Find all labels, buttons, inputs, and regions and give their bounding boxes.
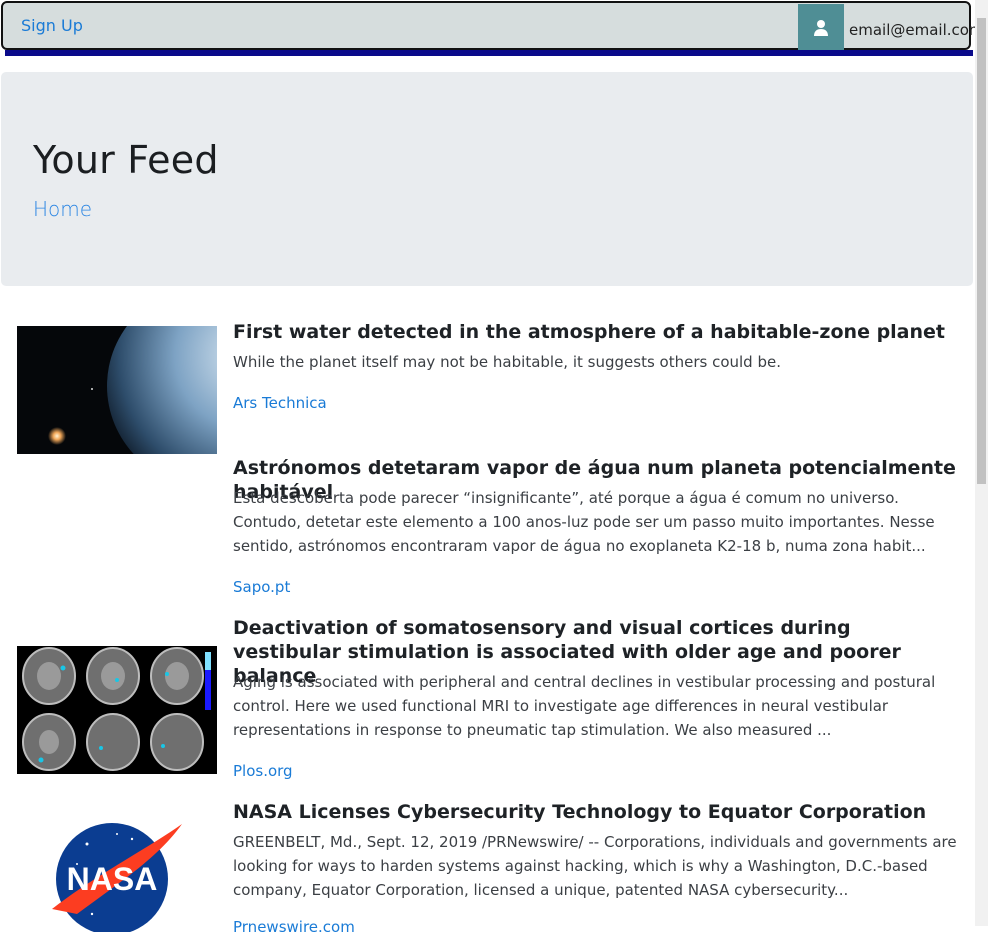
navbar-accent-bar [5,50,973,56]
brain-mri-image [17,646,217,774]
user-icon [814,19,828,36]
signup-link[interactable]: Sign Up [21,16,83,35]
article-title[interactable]: NASA Licenses Cybersecurity Technology t… [233,800,963,824]
article-description: Aging is associated with peripheral and … [233,673,936,739]
article-description: While the planet itself may not be habit… [233,353,781,371]
nasa-logo-image: NASA [52,823,182,932]
article-source-link[interactable]: Sapo.pt [233,578,290,596]
article-source-link[interactable]: Ars Technica [233,394,327,412]
article-description: Esta descoberta pode parecer “insignific… [233,489,935,555]
article-source-link[interactable]: Plos.org [233,762,293,780]
navbar: Sign Up email@email.com [1,1,984,51]
user-email: email@email.com [849,21,984,39]
article-thumbnail-planet[interactable] [17,326,217,454]
breadcrumb-home-link[interactable]: Home [33,197,92,221]
article-source-link[interactable]: Prnewswire.com [233,918,355,936]
scrollbar-thumb[interactable] [977,18,986,484]
planet-image [17,326,217,454]
page-title: Your Feed [33,138,219,182]
user-account-button[interactable] [798,4,844,51]
page-header: Your Feed Home [1,72,973,286]
article-title[interactable]: First water detected in the atmosphere o… [233,320,963,344]
article-thumbnail-brain[interactable] [17,646,217,774]
article-description: GREENBELT, Md., Sept. 12, 2019 /PRNewswi… [233,833,957,899]
page-scrollbar[interactable] [975,0,988,926]
nasa-logo-text: NASA [67,861,158,897]
article-thumbnail-nasa[interactable]: NASA [17,804,217,932]
